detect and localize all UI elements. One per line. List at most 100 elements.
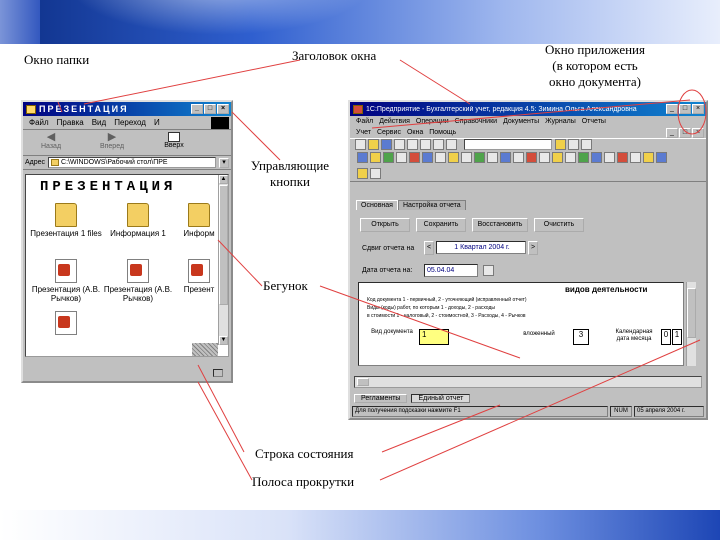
calendar-icon[interactable]: [483, 265, 494, 276]
minimize-button[interactable]: _: [666, 104, 678, 114]
menu-item[interactable]: Документы: [503, 118, 539, 125]
doc-close-button[interactable]: ×: [692, 127, 704, 138]
toolbar-icon[interactable]: [565, 152, 576, 163]
save-button[interactable]: Сохранить: [416, 218, 466, 232]
address-input[interactable]: C:\WINDOWS\Рабочий стол\ПРЕ: [48, 157, 216, 168]
toolbar-icon[interactable]: [487, 152, 498, 163]
toolbar-icon[interactable]: [643, 152, 654, 163]
menu-item[interactable]: Журналы: [545, 118, 576, 125]
menu-item[interactable]: Справочники: [455, 118, 497, 125]
file-item[interactable]: Презент: [174, 259, 224, 294]
toolbar-icon[interactable]: [396, 152, 407, 163]
search-field[interactable]: [464, 139, 553, 150]
cut-icon[interactable]: [394, 139, 405, 150]
size-grip-icon[interactable]: [192, 343, 218, 356]
scroll-thumb[interactable]: [219, 185, 228, 305]
toolbar-icon[interactable]: [370, 168, 381, 179]
menu-item[interactable]: Сервис: [377, 129, 401, 136]
file-item[interactable]: Информ: [174, 203, 224, 238]
report-cell[interactable]: 0: [661, 329, 671, 345]
scroll-down-arrow[interactable]: ▼: [219, 336, 228, 345]
tab-report-settings[interactable]: Настройка отчета: [397, 200, 466, 210]
report-cell[interactable]: 1: [672, 329, 682, 345]
menu-item[interactable]: Окна: [407, 129, 423, 136]
forward-button[interactable]: ▶ Вперед: [95, 132, 129, 151]
toolbar-icon[interactable]: [448, 152, 459, 163]
close-button[interactable]: ×: [692, 104, 704, 114]
report-vertical-scrollbar[interactable]: [686, 282, 696, 366]
date-field[interactable]: 05.04.04: [424, 264, 478, 277]
folder-window-titlebar[interactable]: ПРЕЗЕНТАЦИЯ _ □ ×: [23, 102, 231, 116]
maximize-button[interactable]: □: [204, 104, 216, 114]
toolbar-icon[interactable]: [422, 152, 433, 163]
maximize-button[interactable]: □: [679, 104, 691, 114]
period-field[interactable]: 1 Квартал 2004 г.: [436, 241, 526, 254]
toolbar-icon[interactable]: [656, 152, 667, 163]
toolbar-icon[interactable]: [370, 152, 381, 163]
menu-item[interactable]: Операции: [416, 118, 449, 125]
toolbar-icon[interactable]: [383, 152, 394, 163]
toolbar-icon[interactable]: [513, 152, 524, 163]
calendar-icon[interactable]: [581, 139, 593, 150]
report-cell[interactable]: 3: [573, 329, 589, 345]
doc-minimize-button[interactable]: _: [666, 127, 678, 138]
save-icon[interactable]: [381, 139, 392, 150]
file-item[interactable]: Информация 1: [98, 203, 178, 238]
file-item[interactable]: Презентация (А.В. Рычков): [26, 259, 106, 303]
copy-icon[interactable]: [407, 139, 418, 150]
restore-button[interactable]: Восстановить: [472, 218, 528, 232]
period-prev-button[interactable]: <: [424, 241, 434, 255]
menu-item[interactable]: Действия: [379, 118, 410, 125]
menu-go[interactable]: Переход: [114, 118, 146, 127]
toolbar-icon[interactable]: [500, 152, 511, 163]
menu-more[interactable]: И: [154, 118, 160, 127]
menu-view[interactable]: Вид: [92, 118, 106, 127]
tab-main[interactable]: Основная: [356, 200, 398, 210]
period-next-button[interactable]: >: [528, 241, 538, 255]
open-icon[interactable]: [368, 139, 379, 150]
toolbar-icon[interactable]: [357, 152, 368, 163]
clear-button[interactable]: Очистить: [534, 218, 584, 232]
toolbar-icon[interactable]: [617, 152, 628, 163]
print-icon[interactable]: [433, 139, 444, 150]
toolbar-icon[interactable]: [474, 152, 485, 163]
toolbar-icon[interactable]: [630, 152, 641, 163]
scroll-thumb[interactable]: [687, 288, 696, 338]
scroll-up-arrow[interactable]: ▲: [219, 175, 228, 184]
paste-icon[interactable]: [420, 139, 431, 150]
app-window-titlebar[interactable]: 1С:Предприятие - Бухгалтерский учет, ред…: [350, 102, 706, 116]
address-dropdown-button[interactable]: ▾: [219, 157, 229, 168]
taskbar-item[interactable]: Регламенты: [354, 393, 408, 403]
menu-item[interactable]: Помощь: [429, 129, 456, 136]
help-icon[interactable]: [555, 139, 567, 150]
toolbar-icon[interactable]: [461, 152, 472, 163]
file-item[interactable]: [26, 311, 106, 337]
minimize-button[interactable]: _: [191, 104, 203, 114]
menu-item[interactable]: Файл: [356, 118, 373, 125]
close-button[interactable]: ×: [217, 104, 229, 114]
menu-file[interactable]: Файл: [29, 118, 49, 127]
file-item[interactable]: Презентация (А.В. Рычков): [98, 259, 178, 303]
toolbar-icon[interactable]: [604, 152, 615, 163]
doc-maximize-button[interactable]: □: [679, 127, 691, 138]
find-icon[interactable]: [446, 139, 457, 150]
folder-vertical-scrollbar[interactable]: ▲ ▼: [218, 175, 228, 345]
open-button[interactable]: Открыть: [360, 218, 410, 232]
back-button[interactable]: ◀ Назад: [35, 132, 67, 151]
report-cell[interactable]: 1: [419, 329, 449, 345]
toolbar-icon[interactable]: [578, 152, 589, 163]
scroll-thumb[interactable]: [357, 378, 369, 386]
up-button[interactable]: Вверх: [157, 132, 191, 149]
new-icon[interactable]: [355, 139, 366, 150]
help-icon[interactable]: [357, 168, 368, 179]
toolbar-icon[interactable]: [539, 152, 550, 163]
menu-item[interactable]: Отчеты: [582, 118, 606, 125]
menu-item[interactable]: Учет: [356, 129, 371, 136]
toolbar-icon[interactable]: [409, 152, 420, 163]
taskbar-item[interactable]: Единый отчет: [411, 393, 471, 403]
toolbar-icon[interactable]: [526, 152, 537, 163]
toolbar-icon[interactable]: [591, 152, 602, 163]
horizontal-scrollbar[interactable]: [354, 376, 702, 388]
toolbar-icon[interactable]: [552, 152, 563, 163]
menu-edit[interactable]: Правка: [57, 118, 84, 127]
